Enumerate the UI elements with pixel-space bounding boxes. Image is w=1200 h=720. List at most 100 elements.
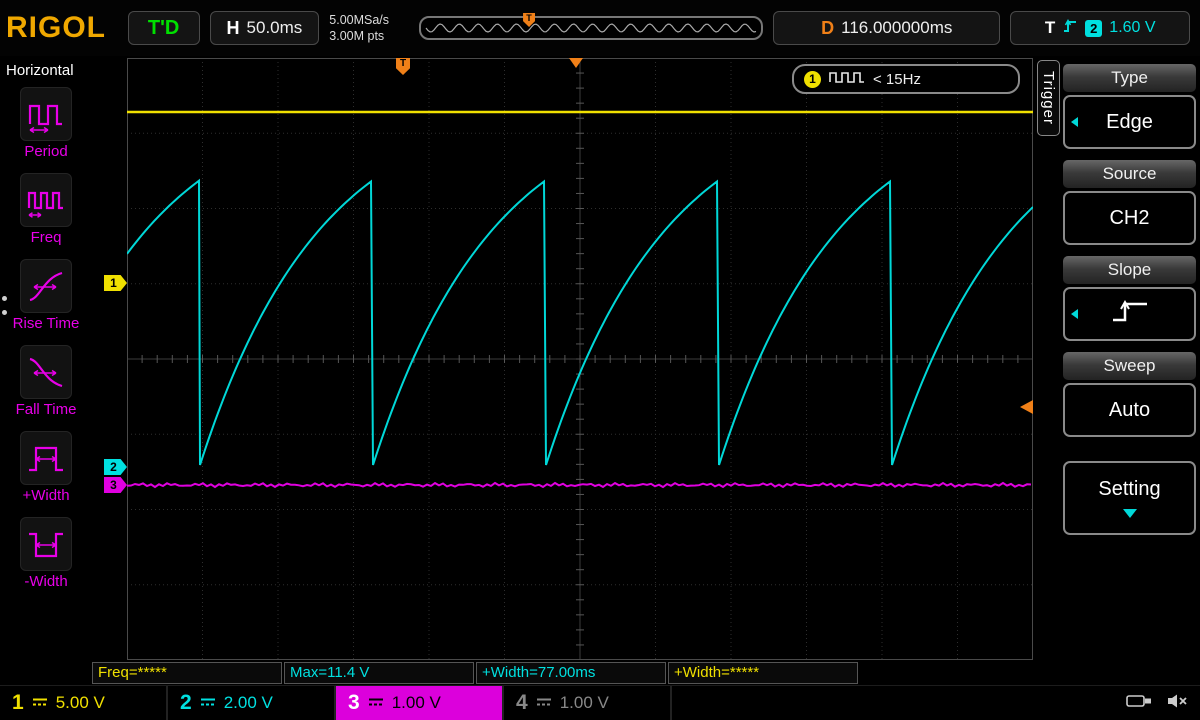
sidebar-item-period[interactable]: Period (20, 87, 72, 160)
coupling-icon (200, 694, 216, 712)
menu-value-type[interactable]: Edge (1063, 95, 1196, 149)
freq-icon (20, 173, 72, 227)
coupling-icon (32, 694, 48, 712)
delay-value: 116.000000ms (841, 18, 953, 37)
type-value: Edge (1106, 110, 1153, 133)
menu-setting-button[interactable]: Setting (1063, 461, 1196, 535)
sidebar-list: Period Freq Rise Time Fall Time +Width -… (0, 87, 92, 590)
sidebar-item-label: +Width (22, 487, 70, 504)
menu-group-source: Source CH2 (1063, 160, 1196, 245)
horizontal-label: H (226, 17, 240, 38)
trigger-source-badge: 2 (1085, 19, 1103, 37)
channel-4-scale: 1.00 V (559, 693, 609, 712)
trigger-status: T'D (147, 16, 180, 39)
measurement-bar: Freq=***** Max=11.4 V +Width=77.00ms +Wi… (92, 662, 858, 684)
channel-1-block[interactable]: 1 5.00 V (0, 686, 168, 720)
counter-channel-badge: 1 (804, 70, 821, 88)
sidebar-item-label: -Width (24, 573, 68, 590)
channel-2-scale: 2.00 V (223, 693, 273, 712)
setting-down-arrow-icon (1122, 509, 1137, 518)
trigger-info-box: T 2 1.60 V (1010, 11, 1191, 45)
horizontal-scale-box: H 50.0ms (209, 11, 320, 45)
rising-edge-icon (1108, 297, 1152, 331)
channel-4-block[interactable]: 4 1.00 V (504, 686, 672, 720)
sidebar-item-rise-time[interactable]: Rise Time (12, 259, 80, 332)
square-wave-icon (829, 70, 865, 89)
channel-2-block[interactable]: 2 2.00 V (168, 686, 336, 720)
menu-header-slope: Slope (1063, 256, 1196, 284)
ch2-position-indicator[interactable]: 2 (104, 459, 127, 475)
sidebar-title: Horizontal (6, 62, 74, 79)
oscilloscope-screen: RIGOL T'D H 50.0ms 5.00MSa/s 3.00M pts T… (0, 0, 1200, 720)
channel-1-number: 1 (12, 691, 24, 714)
trigger-level-marker[interactable] (1020, 400, 1033, 414)
main-row: Horizontal Period Freq Rise Time Fall Ti… (0, 56, 1200, 685)
coupling-icon (536, 694, 552, 712)
waveform-position-strip: T (419, 13, 764, 40)
trigger-menu-panel: Trigger Type Edge Source CH2 Slope Sweep… (1035, 56, 1200, 685)
trigger-label: T (1044, 18, 1056, 37)
channel-3-number: 3 (348, 691, 360, 714)
delay-center-marker[interactable] (569, 58, 583, 68)
menu-group-sweep: Sweep Auto (1063, 352, 1196, 437)
menu-group-slope: Slope (1063, 256, 1196, 341)
memory-waveform-icon (425, 23, 757, 33)
delay-box: D 116.000000ms (773, 11, 1001, 45)
trigger-status-box: T'D (127, 11, 200, 45)
usb-device-icon (1126, 693, 1152, 714)
status-icons (1126, 693, 1188, 714)
menu-value-sweep[interactable]: Auto (1063, 383, 1196, 437)
sweep-value: Auto (1108, 398, 1151, 421)
acquisition-info: 5.00MSa/s 3.00M pts (329, 12, 409, 45)
channel-1-scale: 5.00 V (55, 693, 105, 712)
menu-header-sweep: Sweep (1063, 352, 1196, 380)
channel-3-block[interactable]: 3 1.00 V (336, 686, 504, 720)
channel-4-number: 4 (516, 691, 528, 714)
measurement-pwidth[interactable]: +Width=77.00ms (476, 662, 666, 684)
setting-label: Setting (1098, 478, 1161, 500)
ch1-position-indicator[interactable]: 1 (104, 275, 127, 291)
menu-page-indicator (2, 296, 7, 315)
channel-2-number: 2 (180, 691, 192, 714)
timebase-value: 50.0ms (246, 18, 303, 37)
measurement-freq[interactable]: Freq=***** (92, 662, 282, 684)
menu-group-type: Type Edge (1063, 64, 1196, 149)
top-bar: RIGOL T'D H 50.0ms 5.00MSa/s 3.00M pts T… (0, 0, 1200, 56)
plus-width-icon (20, 431, 72, 485)
measure-sidebar: Horizontal Period Freq Rise Time Fall Ti… (0, 56, 92, 685)
sidebar-item-freq[interactable]: Freq (20, 173, 72, 246)
sidebar-item-label: Rise Time (12, 315, 80, 332)
trigger-tab: Trigger (1037, 60, 1060, 136)
measurement-pwidth-2[interactable]: +Width=***** (668, 662, 858, 684)
select-arrow-icon (1071, 309, 1078, 319)
coupling-icon (368, 694, 384, 712)
select-arrow-icon (1071, 117, 1078, 127)
rigol-logo: RIGOL (6, 11, 106, 44)
period-icon (20, 87, 72, 141)
beeper-off-icon (1166, 693, 1188, 714)
ch3-position-indicator[interactable]: 3 (104, 477, 127, 493)
waveform-display (127, 58, 1033, 660)
sidebar-item-plus-width[interactable]: +Width (20, 431, 72, 504)
menu-value-source[interactable]: CH2 (1063, 191, 1196, 245)
sidebar-item-label: Period (24, 143, 68, 160)
minus-width-icon (20, 517, 72, 571)
channel-3-scale: 1.00 V (391, 693, 441, 712)
sidebar-item-fall-time[interactable]: Fall Time (16, 345, 76, 418)
frequency-counter: 1 < 15Hz (792, 64, 1020, 94)
trigger-level-value: 1.60 V (1109, 19, 1156, 36)
sidebar-item-label: Freq (30, 229, 62, 246)
memory-depth: 3.00M pts (329, 29, 385, 43)
sample-rate: 5.00MSa/s (329, 12, 390, 27)
menu-header-source: Source (1063, 160, 1196, 188)
rise-time-icon (20, 259, 72, 313)
fall-time-icon (20, 345, 72, 399)
sidebar-item-minus-width[interactable]: -Width (20, 517, 72, 590)
measurement-max[interactable]: Max=11.4 V (284, 662, 474, 684)
scope-display-area: T 1 < 15Hz Freq=***** Max=11.4 V +Width=… (92, 56, 1035, 685)
trigger-edge-icon (1062, 18, 1078, 39)
delay-label: D (821, 17, 835, 38)
menu-value-slope[interactable] (1063, 287, 1196, 341)
source-value: CH2 (1109, 206, 1150, 229)
menu-header-type: Type (1063, 64, 1196, 92)
